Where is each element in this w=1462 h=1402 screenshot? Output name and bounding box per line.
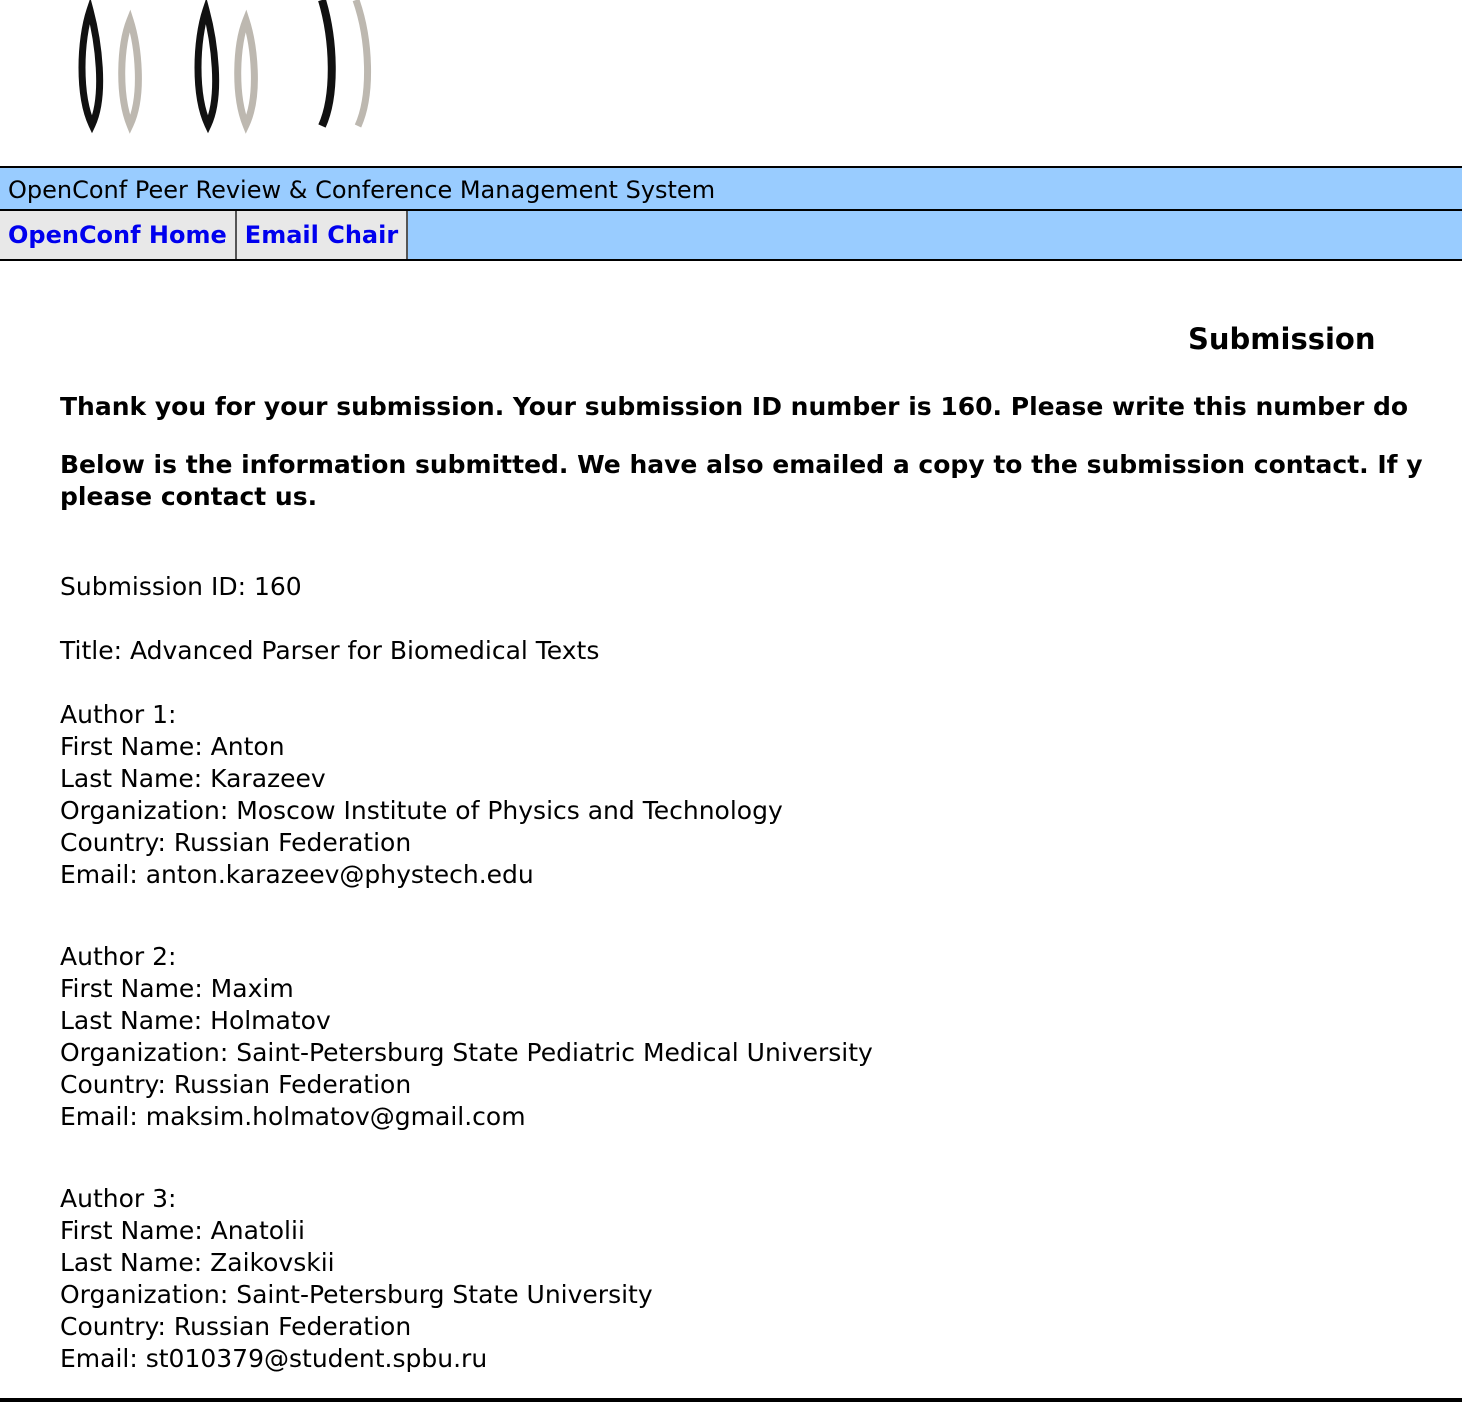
author-organization: Organization: Saint-Petersburg State Ped… — [60, 1038, 873, 1067]
author-header: Author 3: — [60, 1184, 177, 1213]
info-message-line-1: Below is the information submitted. We h… — [60, 450, 1423, 479]
author-last-name: Last Name: Karazeev — [60, 764, 326, 793]
author-email: Email: maksim.holmatov@gmail.com — [60, 1102, 526, 1131]
author-last-name: Last Name: Holmatov — [60, 1006, 331, 1035]
openconf-logo — [78, 0, 371, 134]
window-bottom-edge — [0, 1398, 1462, 1402]
submission-details: Submission ID: 160 Title: Advanced Parse… — [60, 571, 1462, 1375]
author-organization: Organization: Saint-Petersburg State Uni… — [60, 1280, 653, 1309]
email-chair-link[interactable]: Email Chair — [236, 211, 409, 259]
openconf-home-link[interactable]: OpenConf Home — [0, 211, 237, 259]
submission-title: Title: Advanced Parser for Biomedical Te… — [60, 636, 600, 665]
author-block: Author 3: First Name: Anatolii Last Name… — [60, 1183, 1462, 1375]
author-header: Author 2: — [60, 942, 177, 971]
page: OpenConf Peer Review & Conference Manage… — [0, 0, 1462, 1402]
author-first-name: First Name: Anton — [60, 732, 285, 761]
author-first-name: First Name: Maxim — [60, 974, 294, 1003]
info-message-line-2: please contact us. — [60, 482, 318, 511]
system-title-bar: OpenConf Peer Review & Conference Manage… — [0, 166, 1462, 211]
info-message: Below is the information submitted. We h… — [60, 449, 1462, 513]
author-block: Author 1: First Name: Anton Last Name: K… — [60, 699, 1462, 891]
author-block: Author 2: First Name: Maxim Last Name: H… — [60, 941, 1462, 1133]
author-country: Country: Russian Federation — [60, 828, 412, 857]
author-country: Country: Russian Federation — [60, 1070, 412, 1099]
page-title: Submission — [1188, 322, 1376, 356]
author-email: Email: st010379@student.spbu.ru — [60, 1344, 488, 1373]
system-title: OpenConf Peer Review & Conference Manage… — [8, 176, 716, 204]
submission-content: Thank you for your submission. Your subm… — [60, 391, 1462, 1375]
author-country: Country: Russian Federation — [60, 1312, 412, 1341]
author-first-name: First Name: Anatolii — [60, 1216, 305, 1245]
author-organization: Organization: Moscow Institute of Physic… — [60, 796, 783, 825]
submission-id: Submission ID: 160 — [60, 572, 302, 601]
author-email: Email: anton.karazeev@phystech.edu — [60, 860, 534, 889]
author-header: Author 1: — [60, 700, 177, 729]
nav-bar: OpenConf Home Email Chair — [0, 211, 1462, 261]
author-last-name: Last Name: Zaikovskii — [60, 1248, 335, 1277]
thank-you-message: Thank you for your submission. Your subm… — [60, 392, 1409, 421]
